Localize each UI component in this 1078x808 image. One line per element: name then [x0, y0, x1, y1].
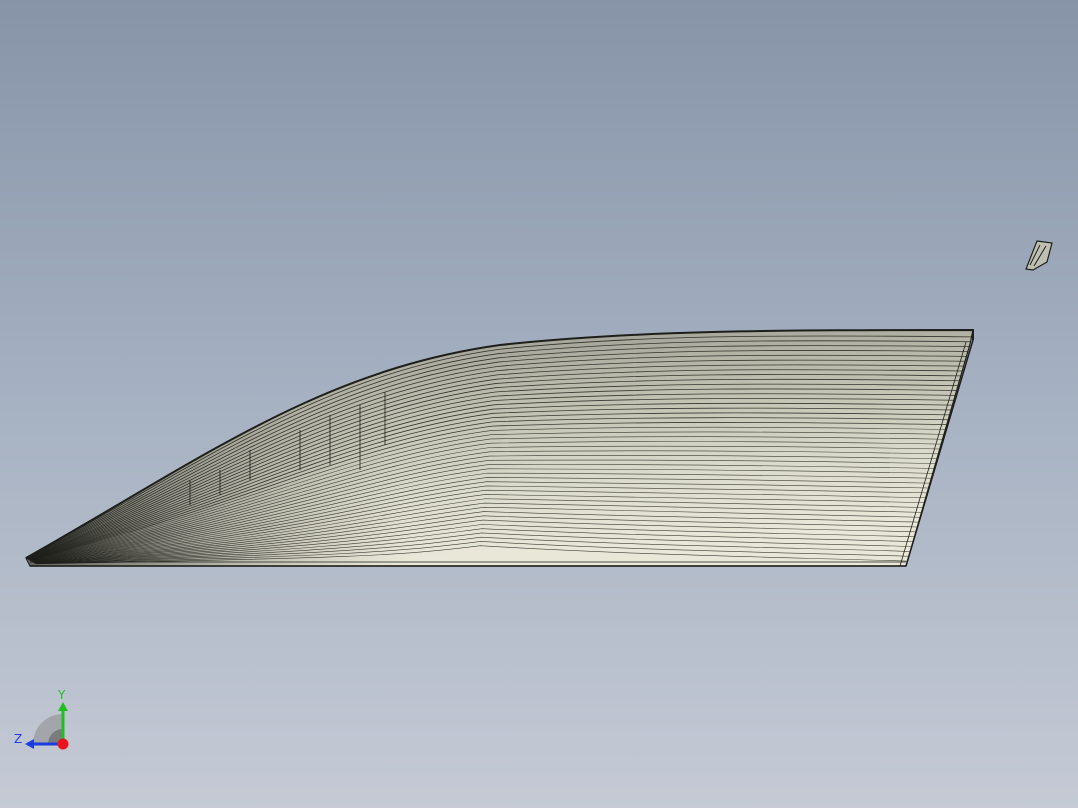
fragment-shape[interactable] [1025, 240, 1053, 271]
x-axis-point [57, 738, 69, 750]
small-part-fragment[interactable] [1025, 240, 1053, 271]
y-axis-arrowhead [58, 702, 68, 711]
coordinate-triad: Y Z [14, 688, 69, 750]
z-axis-label: Z [14, 732, 22, 746]
y-axis-label: Y [57, 688, 66, 702]
hull-model[interactable] [25, 328, 974, 567]
hull-nose-shading [26, 330, 973, 566]
3d-viewport[interactable] [0, 0, 1078, 808]
z-axis-arrowhead [25, 739, 34, 749]
